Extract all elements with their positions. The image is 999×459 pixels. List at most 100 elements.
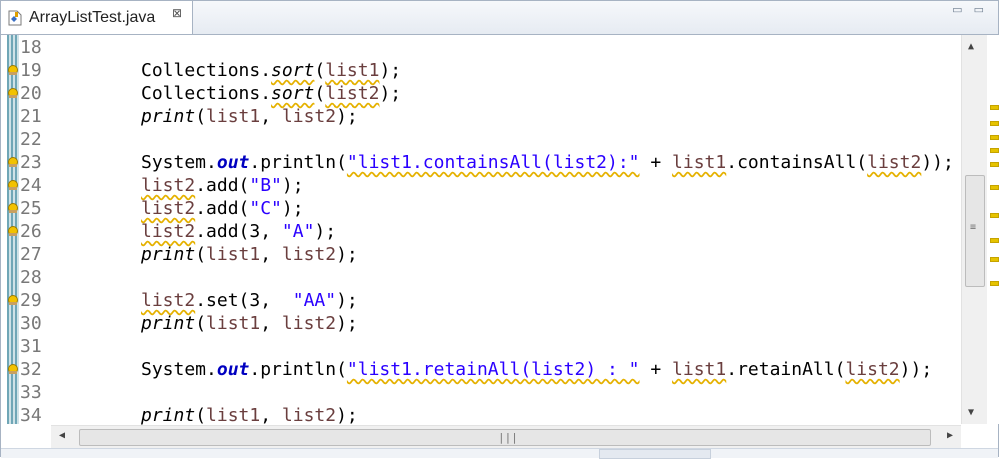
code-token: System.: [141, 359, 217, 380]
code-token: (: [195, 405, 207, 426]
warning-overview-marker[interactable]: [990, 185, 999, 190]
code-line[interactable]: 33: [1, 381, 961, 404]
code-line[interactable]: 22: [1, 128, 961, 151]
code-token: );: [281, 198, 304, 219]
code-token: "C": [249, 198, 282, 219]
code-text[interactable]: Collections.sort(list1);: [141, 59, 401, 82]
code-token: list1: [672, 359, 727, 380]
code-text[interactable]: print(list1, list2);: [141, 404, 358, 427]
tab-arraylisttest-java[interactable]: ArrayListTest.java ⊠: [1, 1, 193, 34]
code-token: print: [141, 405, 196, 426]
code-line[interactable]: 29 list2.set(3, "AA");: [1, 289, 961, 312]
code-text[interactable]: print(list1, list2);: [141, 312, 358, 335]
warning-overview-marker[interactable]: [990, 213, 999, 218]
code-token: ,: [260, 244, 282, 265]
code-line[interactable]: 28: [1, 266, 961, 289]
code-token: +: [639, 359, 673, 380]
scroll-up-arrow-icon[interactable]: ▲: [968, 41, 974, 52]
code-token: list2: [141, 290, 196, 311]
code-token: out: [216, 359, 250, 380]
minimize-maximize-buttons[interactable]: ▭ ▭: [952, 3, 988, 16]
scroll-down-arrow-icon[interactable]: ▼: [968, 407, 974, 418]
warning-overview-marker[interactable]: [990, 121, 999, 126]
code-token: .println(: [249, 152, 347, 173]
grip-icon: |||: [498, 431, 518, 444]
code-line[interactable]: 18: [1, 36, 961, 59]
code-token: list2: [141, 221, 196, 242]
code-token: list2: [281, 106, 337, 127]
code-token: .retainAll(: [726, 359, 846, 380]
code-line[interactable]: 19 Collections.sort(list1);: [1, 59, 961, 82]
code-token: ,: [260, 405, 282, 426]
code-token: Collections.: [141, 60, 272, 81]
code-token: sort: [271, 83, 315, 104]
line-number: 21: [20, 106, 42, 127]
code-line[interactable]: 23 System.out.println("list1.containsAll(…: [1, 151, 961, 174]
code-token: list1: [206, 244, 261, 265]
code-token: list2: [281, 313, 337, 334]
code-token: );: [379, 83, 402, 104]
code-token: );: [281, 175, 304, 196]
code-text[interactable]: list2.add("B");: [141, 174, 304, 197]
code-token: );: [336, 290, 358, 311]
warning-overview-marker[interactable]: [990, 162, 999, 167]
line-number: 23: [20, 152, 42, 173]
code-line[interactable]: 24 list2.add("B");: [1, 174, 961, 197]
editor-tab-bar: ArrayListTest.java ⊠ ▭ ▭: [1, 1, 998, 35]
code-text[interactable]: print(list1, list2);: [141, 243, 358, 266]
code-text[interactable]: list2.set(3, "AA");: [141, 289, 358, 312]
code-line[interactable]: 32 System.out.println("list1.retainAll(li…: [1, 358, 961, 381]
code-token: System.: [141, 152, 217, 173]
code-token: .set(3,: [195, 290, 293, 311]
code-line[interactable]: 26 list2.add(3, "A");: [1, 220, 961, 243]
line-number: 27: [20, 244, 42, 265]
code-text[interactable]: System.out.println("list1.retainAll(list…: [141, 358, 932, 381]
code-token: Collections.: [141, 83, 272, 104]
code-token: (: [195, 244, 207, 265]
vertical-scroll-thumb[interactable]: ≡: [965, 175, 985, 287]
warning-overview-marker[interactable]: [990, 148, 999, 153]
code-text[interactable]: list2.add(3, "A");: [141, 220, 336, 243]
code-token: sort: [271, 60, 315, 81]
warning-overview-marker[interactable]: [990, 105, 999, 110]
warning-overview-marker[interactable]: [990, 281, 999, 286]
code-token: ,: [260, 106, 282, 127]
code-token: .add(: [195, 198, 250, 219]
line-number: 30: [20, 313, 42, 334]
scroll-right-arrow-icon[interactable]: ▶: [947, 430, 953, 441]
code-token: ));: [899, 359, 933, 380]
code-line[interactable]: 20 Collections.sort(list2);: [1, 82, 961, 105]
bottom-panel-tab[interactable]: [599, 449, 711, 459]
vertical-scrollbar[interactable]: ▲ ≡ ▼: [961, 35, 987, 424]
grip-icon: ≡: [970, 222, 977, 233]
scroll-left-arrow-icon[interactable]: ◀: [59, 430, 65, 441]
code-token: list2: [141, 175, 196, 196]
code-token: (: [314, 83, 326, 104]
code-text[interactable]: list2.add("C");: [141, 197, 304, 220]
code-line[interactable]: 31: [1, 335, 961, 358]
code-token: list1: [325, 60, 380, 81]
code-text[interactable]: print(list1, list2);: [141, 105, 358, 128]
horizontal-scroll-thumb[interactable]: |||: [79, 429, 931, 446]
code-token: "A": [281, 221, 315, 242]
line-number: 18: [20, 37, 42, 58]
line-number: 32: [20, 359, 42, 380]
code-line[interactable]: 25 list2.add("C");: [1, 197, 961, 220]
warning-overview-marker[interactable]: [990, 135, 999, 140]
code-text[interactable]: System.out.println("list1.containsAll(li…: [141, 151, 954, 174]
code-token: );: [336, 106, 358, 127]
code-token: (: [195, 106, 207, 127]
close-tab-icon[interactable]: ⊠: [172, 6, 182, 20]
horizontal-scrollbar[interactable]: ◀ ||| ▶: [51, 425, 961, 448]
code-token: );: [336, 244, 358, 265]
code-line[interactable]: 34 print(list1, list2);: [1, 404, 961, 427]
line-number: 19: [20, 60, 42, 81]
warning-overview-marker[interactable]: [990, 238, 999, 243]
code-line[interactable]: 21 print(list1, list2);: [1, 105, 961, 128]
code-line[interactable]: 30 print(list1, list2);: [1, 312, 961, 335]
warning-overview-marker[interactable]: [990, 257, 999, 262]
code-text[interactable]: Collections.sort(list2);: [141, 82, 401, 105]
overview-ruler[interactable]: [987, 35, 999, 424]
code-line[interactable]: 27 print(list1, list2);: [1, 243, 961, 266]
editor-frame: ArrayListTest.java ⊠ ▭ ▭ 18 19 Collections…: [0, 0, 999, 459]
